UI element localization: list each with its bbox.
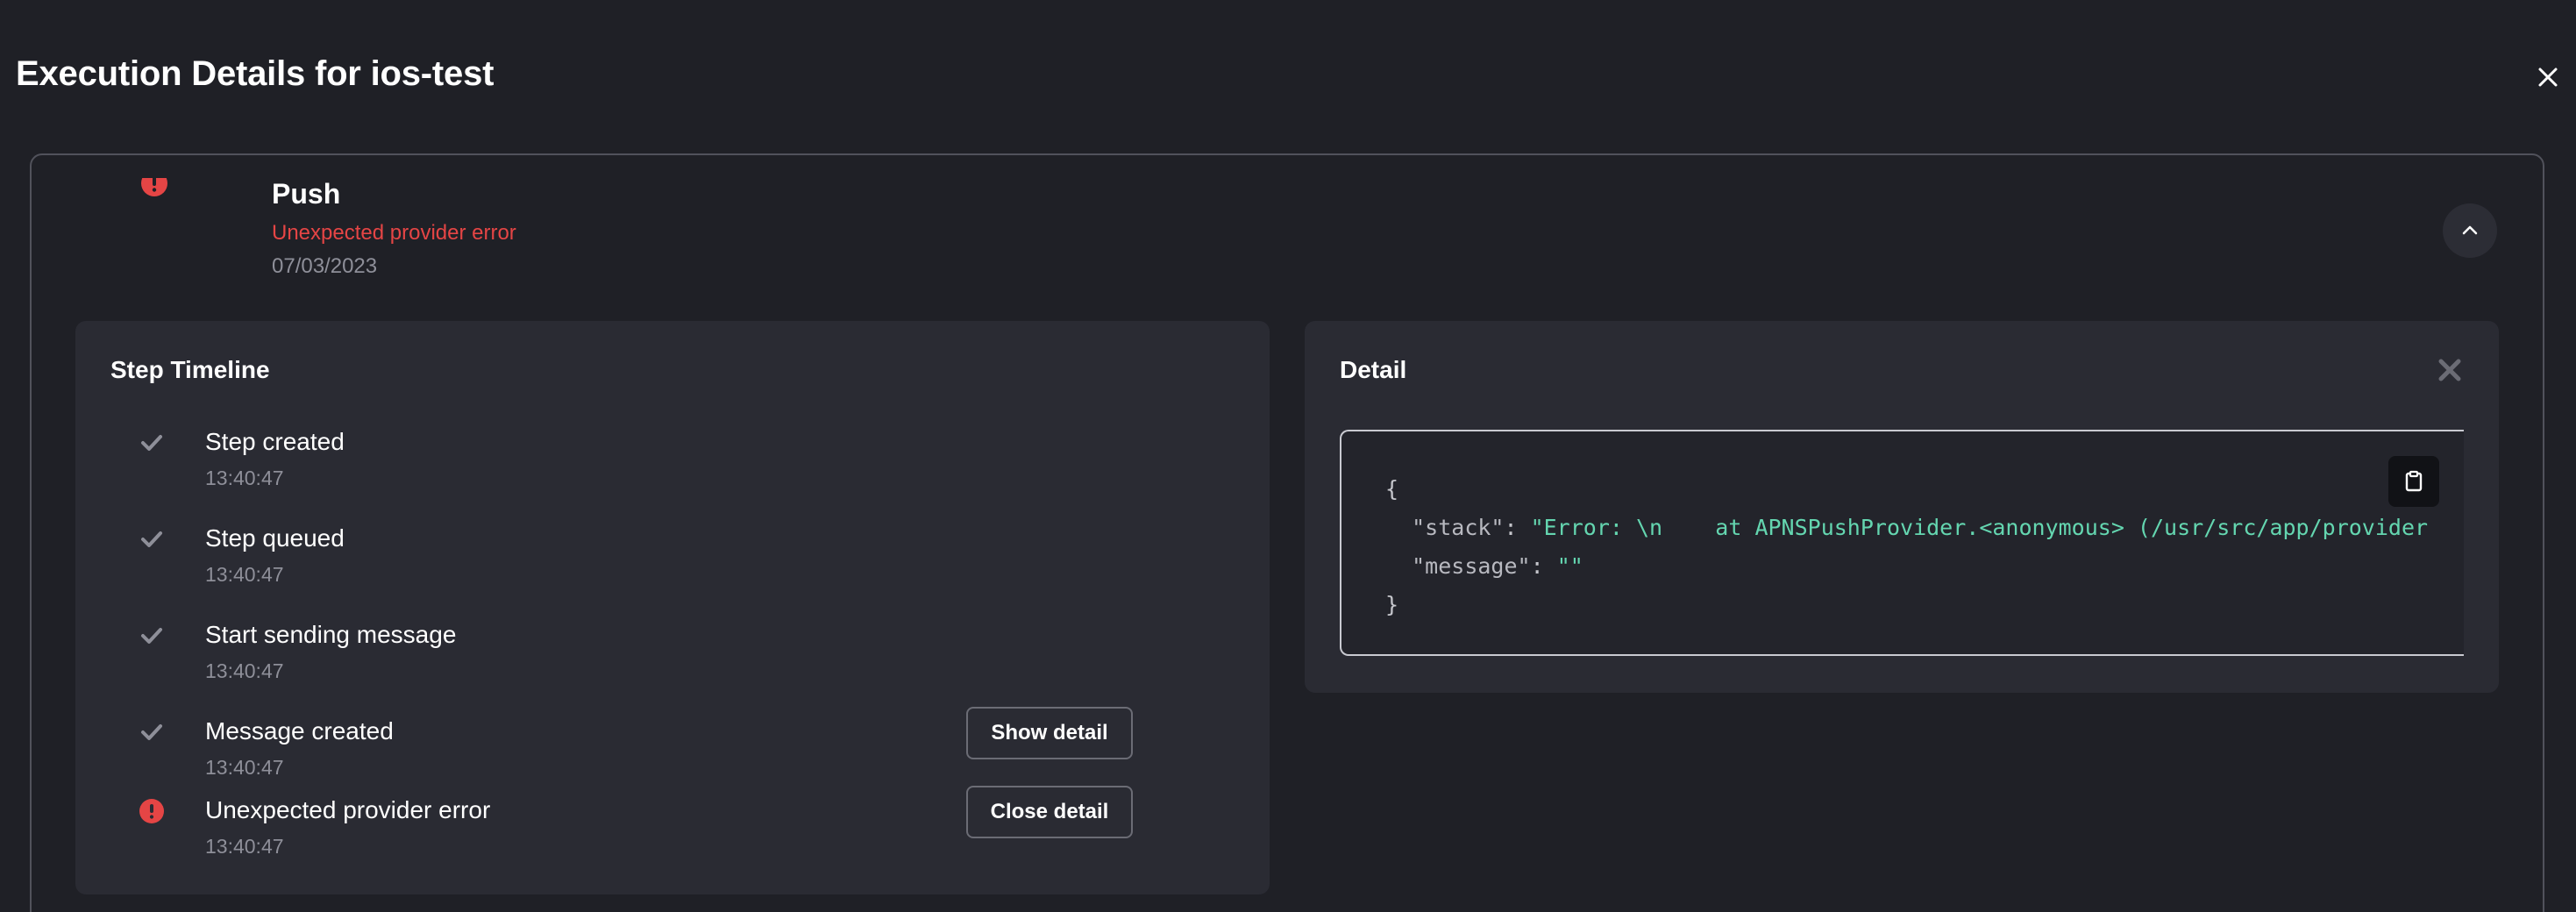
step-date: 07/03/2023 — [272, 254, 378, 278]
timeline-item-time: 13:40:47 — [205, 756, 284, 779]
step-timeline-panel: Step Timeline Step created 13:40:47 Step… — [75, 321, 1270, 894]
detail-title: Detail — [1340, 356, 1407, 383]
timeline-item-label: Start sending message — [205, 621, 457, 648]
step-error-icon — [140, 178, 168, 197]
code-open-brace: { — [1385, 476, 1399, 502]
code-value-message: "" — [1556, 553, 1583, 579]
timeline-item-start-sending: Start sending message 13:40:47 — [75, 614, 1270, 684]
chevron-up-icon — [2462, 225, 2478, 235]
check-icon — [137, 524, 167, 554]
copy-button[interactable] — [2388, 456, 2439, 507]
close-icon — [2538, 68, 2558, 87]
check-icon — [137, 621, 167, 651]
timeline-item-step-created: Step created 13:40:47 — [75, 421, 1270, 491]
show-detail-button[interactable]: Show detail — [966, 707, 1133, 759]
timeline-item-message-created: Message created 13:40:47 Show detail — [75, 707, 1270, 780]
timeline-item-label: Step queued — [205, 524, 345, 552]
modal-title: Execution Details for ios-test — [16, 54, 495, 93]
timeline-item-label: Unexpected provider error — [205, 796, 491, 823]
step-error-text: Unexpected provider error — [272, 221, 516, 245]
timeline-item-provider-error: Unexpected provider error 13:40:47 Close… — [75, 786, 1270, 859]
code-value-stack: "Error: \n at APNSPushProvider.<anonymou… — [1530, 515, 2429, 540]
detail-close-button[interactable] — [2436, 356, 2464, 384]
detail-panel: Detail { "stack": "Error: \n at APNSPush… — [1305, 321, 2499, 693]
clipboard-icon — [2405, 470, 2423, 492]
code-key-stack: "stack" — [1412, 515, 1505, 540]
timeline-item-time: 13:40:47 — [205, 835, 284, 858]
timeline-item-time: 13:40:47 — [205, 467, 284, 489]
step-timeline-title: Step Timeline — [110, 356, 270, 383]
collapse-button[interactable] — [2443, 203, 2497, 258]
timeline-item-time: 13:40:47 — [205, 659, 284, 682]
code-key-message: "message" — [1412, 553, 1531, 579]
timeline-item-time: 13:40:47 — [205, 563, 284, 586]
close-modal-button[interactable] — [2534, 63, 2562, 91]
timeline-item-label: Message created — [205, 717, 394, 745]
check-icon — [137, 717, 167, 747]
code-content: { "stack": "Error: \n at APNSPushProvide… — [1385, 476, 2429, 617]
step-name: Push — [272, 178, 341, 210]
timeline-item-step-queued: Step queued 13:40:47 — [75, 517, 1270, 588]
error-icon — [137, 796, 167, 826]
close-icon — [2438, 359, 2461, 381]
check-icon — [137, 428, 167, 458]
code-close-brace: } — [1385, 592, 1399, 617]
timeline-item-label: Step created — [205, 428, 345, 455]
code-block: { "stack": "Error: \n at APNSPushProvide… — [1340, 430, 2464, 656]
close-detail-button[interactable]: Close detail — [966, 786, 1133, 838]
